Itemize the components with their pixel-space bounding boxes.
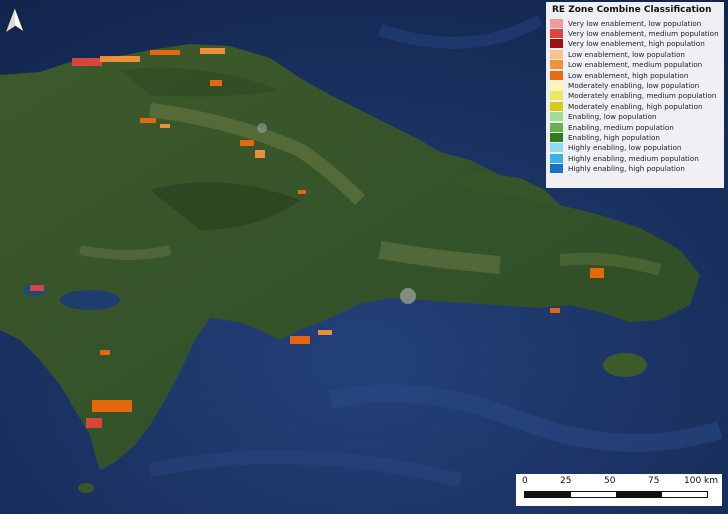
legend-swatch — [550, 39, 563, 49]
legend-item: Low enablement, medium population — [550, 60, 720, 70]
scale-tick-label: 25 — [560, 476, 572, 486]
scale-tick-label: 100 km — [684, 476, 719, 486]
scale-bar: 0 25 50 75 100 km — [516, 474, 722, 506]
legend-swatch — [550, 60, 563, 70]
map-legend: RE Zone Combine Classification Very low … — [546, 2, 724, 188]
scale-segment — [661, 492, 707, 497]
legend-item: Low enablement, low population — [550, 49, 720, 59]
legend-swatch — [550, 18, 563, 28]
legend-swatch — [550, 143, 563, 153]
legend-item: Highly enabling, high population — [550, 163, 720, 174]
legend-item: Very low enablement, high population — [550, 39, 720, 49]
legend-item: Low enablement, high population — [550, 70, 720, 80]
scale-segment — [570, 492, 616, 497]
legend-label: Low enablement, high population — [568, 70, 689, 80]
scale-tick-label: 50 — [604, 476, 616, 486]
legend-item: Highly enabling, low population — [550, 143, 720, 153]
legend-item: Highly enabling, medium population — [550, 153, 720, 163]
legend-swatch — [550, 153, 563, 163]
legend-swatch — [550, 101, 563, 111]
legend-label: Enabling, high population — [568, 132, 660, 142]
map-view[interactable]: RE Zone Combine Classification Very low … — [0, 0, 728, 514]
legend-item: Enabling, high population — [550, 132, 720, 142]
scale-bar-segments — [524, 491, 708, 498]
legend-label: Moderately enabling, low population — [568, 81, 700, 91]
legend-swatch — [550, 70, 563, 80]
north-arrow-icon — [5, 6, 25, 34]
legend-item: Moderately enabling, high population — [550, 101, 720, 111]
legend-swatch — [550, 91, 563, 101]
legend-label: Low enablement, low population — [568, 49, 685, 59]
legend-label: Moderately enabling, medium population — [568, 91, 717, 101]
legend-label: Very low enablement, low population — [568, 18, 702, 28]
legend-item: Enabling, low population — [550, 112, 720, 122]
legend-item: Moderately enabling, low population — [550, 80, 720, 91]
saona-island — [603, 353, 647, 377]
legend-title: RE Zone Combine Classification — [552, 5, 712, 15]
legend-label: Highly enabling, high population — [568, 164, 685, 174]
legend-swatch — [550, 164, 563, 174]
legend-item: Enabling, medium population — [550, 122, 720, 132]
legend-swatch — [550, 112, 563, 122]
scale-segment — [616, 492, 662, 497]
legend-items: Very low enablement, low population Very … — [550, 18, 720, 174]
lake-enriquillo — [60, 290, 120, 310]
scale-tick-label: 75 — [648, 476, 660, 486]
legend-swatch — [550, 132, 563, 142]
legend-swatch — [550, 81, 563, 91]
legend-item: Very low enablement, low population — [550, 18, 720, 28]
legend-label: Highly enabling, medium population — [568, 153, 699, 163]
legend-label: Low enablement, medium population — [568, 60, 703, 70]
scale-segment — [525, 492, 571, 497]
legend-label: Moderately enabling, high population — [568, 101, 703, 111]
legend-label: Very low enablement, medium population — [568, 29, 719, 39]
legend-label: Highly enabling, low population — [568, 143, 682, 153]
legend-item: Very low enablement, medium population — [550, 28, 720, 39]
legend-swatch — [550, 122, 563, 132]
legend-label: Very low enablement, high population — [568, 39, 705, 49]
legend-item: Moderately enabling, medium population — [550, 91, 720, 101]
legend-label: Enabling, low population — [568, 112, 657, 122]
legend-swatch — [550, 29, 563, 39]
scale-tick-label: 0 — [522, 476, 528, 486]
legend-swatch — [550, 49, 563, 59]
legend-label: Enabling, medium population — [568, 122, 674, 132]
